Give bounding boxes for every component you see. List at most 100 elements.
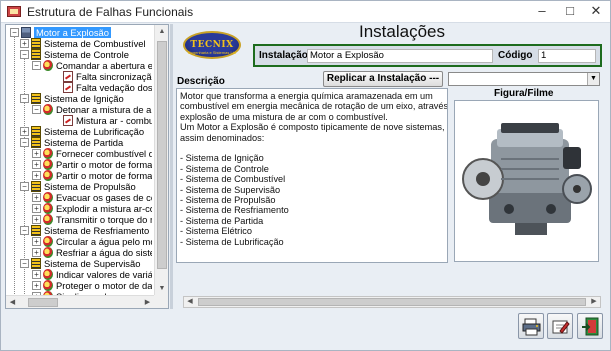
- main-horizontal-scrollbar[interactable]: ◀ ▶: [183, 296, 601, 308]
- expand-icon[interactable]: +: [32, 270, 41, 279]
- maximize-button[interactable]: □: [557, 2, 583, 21]
- figure-label: Figura/Filme: [494, 88, 554, 99]
- expand-icon[interactable]: +: [32, 248, 41, 257]
- scroll-up-arrow-icon[interactable]: ▲: [155, 25, 168, 38]
- tree-node[interactable]: + Partir o motor de forma au: [6, 159, 152, 170]
- pane-splitter[interactable]: [170, 24, 173, 309]
- tree-vertical-scrollbar[interactable]: ▲ ▼: [154, 25, 168, 295]
- scroll-left-arrow-icon[interactable]: ◀: [6, 296, 19, 308]
- scroll-left-arrow-icon[interactable]: ◀: [184, 297, 196, 307]
- edit-icon: [552, 320, 570, 334]
- tree-node[interactable]: − Sistema de Ignição: [6, 93, 152, 104]
- tree-node[interactable]: + Explodir a mistura ar-com: [6, 203, 152, 214]
- tree-node[interactable]: + Proteger o motor de dano: [6, 280, 152, 291]
- expand-icon[interactable]: +: [32, 193, 41, 202]
- system-icon: [31, 126, 41, 137]
- scroll-right-arrow-icon[interactable]: ▶: [141, 296, 154, 308]
- system-icon: [31, 137, 41, 148]
- expand-icon[interactable]: +: [32, 160, 41, 169]
- description-line: - Sistema de Controle: [180, 163, 269, 174]
- tree-content: − Motor a Explosão + Sistema de Combustível…: [6, 25, 152, 295]
- replicate-target-select[interactable]: ▼: [448, 72, 600, 86]
- expand-icon[interactable]: +: [32, 281, 41, 290]
- exit-button[interactable]: [577, 313, 603, 339]
- figure-frame[interactable]: [454, 100, 599, 262]
- collapse-icon[interactable]: −: [20, 259, 29, 268]
- collapse-icon[interactable]: −: [32, 105, 41, 114]
- structure-tree[interactable]: − Motor a Explosão + Sistema de Combustível…: [5, 24, 169, 309]
- description-line: - Sistema de Partida: [180, 215, 264, 226]
- description-line: - Sistema de Propulsão: [180, 195, 276, 206]
- tree-node[interactable]: − Sistema de Partida: [6, 137, 152, 148]
- collapse-icon[interactable]: −: [20, 94, 29, 103]
- scroll-down-arrow-icon[interactable]: ▼: [155, 282, 168, 295]
- description-line: - Sistema Elétrico: [180, 226, 252, 237]
- scroll-thumb[interactable]: [28, 298, 58, 307]
- tree-node[interactable]: + Partir o motor de forma ma: [6, 170, 152, 181]
- system-icon: [31, 49, 41, 60]
- expand-icon[interactable]: +: [32, 237, 41, 246]
- collapse-icon[interactable]: −: [32, 61, 41, 70]
- tree-node[interactable]: Falta sincronização no: [6, 71, 152, 82]
- expand-icon[interactable]: +: [32, 215, 41, 224]
- description-line: combustível em energia mecânica de rotaç…: [180, 101, 448, 112]
- minimize-button[interactable]: –: [529, 2, 555, 21]
- edit-button[interactable]: [547, 313, 573, 339]
- expand-icon[interactable]: +: [20, 39, 29, 48]
- expand-icon[interactable]: +: [32, 149, 41, 158]
- description-line: Um Motor a Explosão é composto tipicamen…: [180, 122, 445, 133]
- tree-node[interactable]: + Resfriar a água do sistem: [6, 247, 152, 258]
- close-button[interactable]: ✕: [583, 2, 609, 21]
- tree-node-label: Proteger o motor de dano: [56, 280, 152, 291]
- replicate-installation-button[interactable]: Replicar a Instalação --->: [323, 71, 443, 98]
- code-field[interactable]: 1: [538, 49, 596, 63]
- collapse-icon[interactable]: −: [20, 50, 29, 59]
- window-title: Estrutura de Falhas Funcionais: [27, 5, 194, 19]
- system-icon: [31, 38, 41, 49]
- tree-node[interactable]: + Sistema de Lubrificação: [6, 126, 152, 137]
- function-icon: [43, 60, 53, 71]
- function-icon: [43, 214, 53, 225]
- collapse-icon[interactable]: −: [20, 182, 29, 191]
- tree-node[interactable]: − Sistema de Propulsão: [6, 181, 152, 192]
- collapse-icon[interactable]: −: [20, 226, 29, 235]
- exit-door-icon: [582, 317, 599, 336]
- tree-node[interactable]: − Detonar a mistura de ar-co: [6, 104, 152, 115]
- failure-icon: [63, 71, 73, 82]
- function-icon: [43, 192, 53, 203]
- tree-node-label: Mistura ar - combustív: [76, 115, 152, 126]
- tree-horizontal-scrollbar[interactable]: ◀ ▶: [6, 295, 154, 308]
- print-button[interactable]: [518, 313, 544, 339]
- tree-node-label: Sistema de Propulsão: [44, 181, 136, 192]
- system-icon: [31, 93, 41, 104]
- tree-node[interactable]: − Sistema de Controle: [6, 49, 152, 60]
- description-textarea[interactable]: Motor que transforma a energia química a…: [176, 88, 448, 263]
- tree-node[interactable]: + Indicar valores de variáve: [6, 269, 152, 280]
- description-line: - Sistema de Ignição: [180, 153, 264, 164]
- tree-node[interactable]: − Sistema de Resfriamento: [6, 225, 152, 236]
- tree-node[interactable]: + Sistema de Combustível: [6, 38, 152, 49]
- tree-node-label: Sistema de Controle: [44, 49, 129, 60]
- tree-node[interactable]: + Evacuar os gases de com: [6, 192, 152, 203]
- collapse-icon[interactable]: −: [10, 28, 19, 37]
- company-logo: TECNIX Engenharia e Sistemas Ltd: [183, 31, 241, 59]
- tree-node[interactable]: + Circular a água pelo mot: [6, 236, 152, 247]
- tree-node[interactable]: + Fornecer combustível dur: [6, 148, 152, 159]
- tree-node[interactable]: + Transmitir o torque do mo: [6, 214, 152, 225]
- expand-icon[interactable]: +: [32, 171, 41, 180]
- installation-field[interactable]: Motor a Explosão: [307, 49, 493, 63]
- tree-node[interactable]: Falta vedação dos cili: [6, 82, 152, 93]
- tree-node[interactable]: − Sistema de Supervisão: [6, 258, 152, 269]
- tree-node[interactable]: Mistura ar - combustív: [6, 115, 152, 126]
- scroll-right-arrow-icon[interactable]: ▶: [588, 297, 600, 307]
- collapse-icon[interactable]: −: [20, 138, 29, 147]
- chevron-down-icon[interactable]: ▼: [587, 73, 599, 85]
- tree-node-selected[interactable]: − Motor a Explosão: [6, 27, 152, 38]
- scroll-thumb[interactable]: [198, 298, 586, 306]
- function-icon: [43, 269, 53, 280]
- expand-icon[interactable]: +: [32, 204, 41, 213]
- tree-node-label: Sistema de Combustível: [44, 38, 146, 49]
- scroll-thumb[interactable]: [157, 41, 167, 269]
- expand-icon[interactable]: +: [20, 127, 29, 136]
- tree-node[interactable]: − Comandar a abertura e fe: [6, 60, 152, 71]
